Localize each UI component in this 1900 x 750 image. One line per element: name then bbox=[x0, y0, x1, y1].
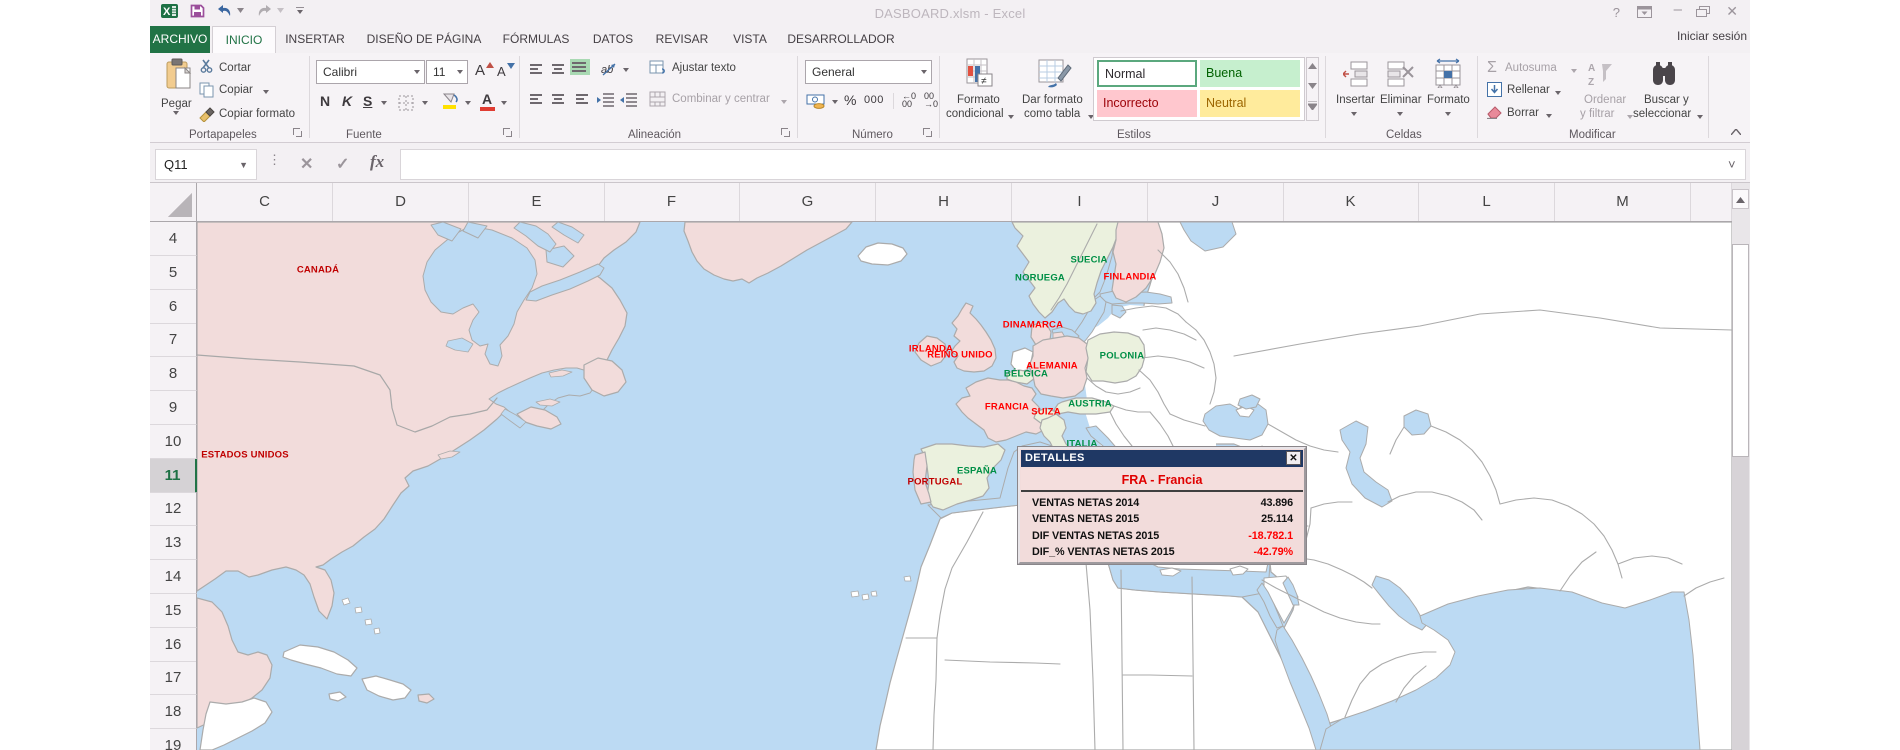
svg-text:A: A bbox=[1588, 63, 1595, 74]
svg-text:≠: ≠ bbox=[981, 76, 987, 87]
svg-text:Z: Z bbox=[1588, 77, 1594, 87]
svg-text:X: X bbox=[163, 6, 171, 18]
